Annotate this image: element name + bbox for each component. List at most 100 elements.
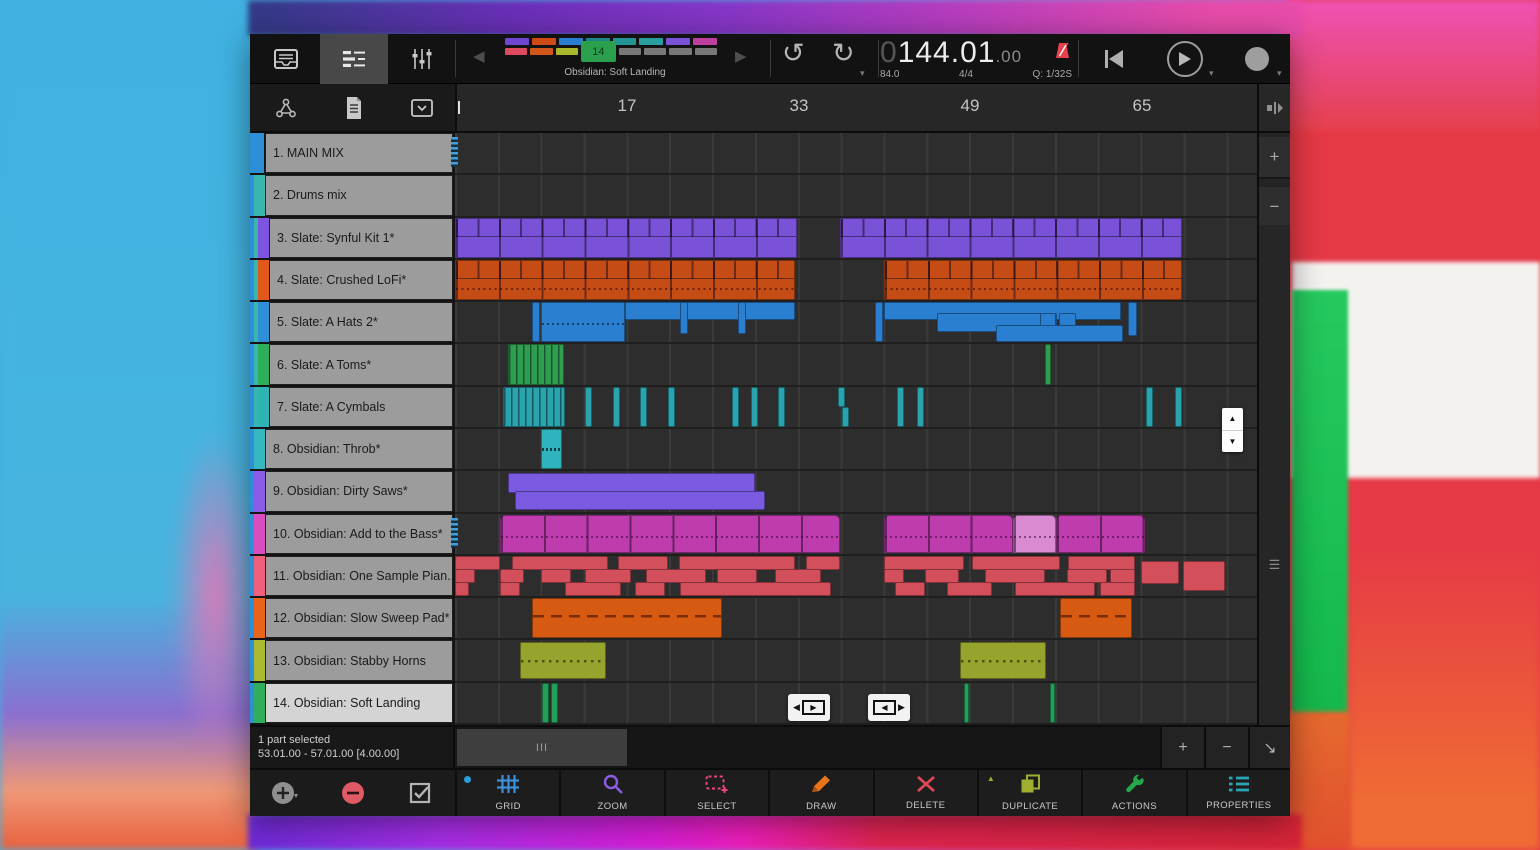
vertical-scroll-handle[interactable]: ☰ [1259,545,1290,585]
clip[interactable] [515,491,765,509]
track-drag-handle[interactable] [451,137,458,167]
clip[interactable] [508,344,564,384]
clip[interactable] [1060,598,1132,638]
clip[interactable] [884,260,1182,300]
quantize-value[interactable]: Q: 1/32S [1033,69,1072,80]
clip[interactable] [1015,582,1095,596]
track-header[interactable]: 10. Obsidian: Add to the Bass* [250,514,455,556]
clip[interactable] [1045,344,1051,384]
clip[interactable] [680,582,831,596]
track-lane[interactable] [455,471,1257,513]
multi-select-button[interactable] [392,770,448,816]
clip[interactable] [884,556,964,570]
clip[interactable] [508,473,755,492]
vzoom-out-button[interactable]: − [1259,187,1290,229]
timeline-ruler[interactable]: 17334965 [455,84,1257,131]
clip[interactable] [1146,387,1153,427]
ruler-expand-button[interactable] [1257,84,1290,131]
clip[interactable] [806,556,840,570]
track-header[interactable]: 6. Slate: A Toms* [250,344,455,386]
track-header[interactable]: 3. Slate: Synful Kit 1* [250,218,455,260]
track-header[interactable]: 5. Slate: A Hats 2* [250,302,455,344]
clip[interactable] [532,598,722,638]
tool-delete-button[interactable]: DELETE [875,770,977,816]
clip[interactable] [565,582,621,596]
clip[interactable] [925,569,959,583]
vzoom-in-button[interactable]: + [1259,137,1290,179]
redo-button[interactable]: ↻ [832,38,855,69]
tempo-value[interactable]: 84.0 [880,69,899,80]
zoom-fit-button[interactable]: ↘ [1248,727,1290,768]
track-lane[interactable] [455,683,1257,725]
minimap-track-cell[interactable] [669,48,691,55]
clip[interactable] [455,569,475,583]
redo-dropdown-icon[interactable]: ▾ [860,68,865,79]
clip[interactable] [972,556,1060,570]
minimap-track-cell[interactable] [666,38,690,45]
clip[interactable] [668,387,675,427]
add-track-button[interactable] [258,770,314,816]
clip[interactable] [455,218,797,258]
mixer-view-button[interactable] [388,34,456,84]
tracks-view-button[interactable] [320,34,388,84]
clip[interactable] [1128,302,1137,336]
clip[interactable] [500,569,524,583]
minimap-track-cell[interactable] [532,38,556,45]
clip[interactable] [1056,515,1145,553]
minimap-track-cell[interactable] [613,38,637,45]
track-header[interactable]: 7. Slate: A Cymbals [250,387,455,429]
track-lane[interactable] [455,218,1257,260]
minimap-track-cell[interactable] [639,38,663,45]
clip[interactable] [455,582,469,596]
clip[interactable] [775,569,821,583]
tool-grid-button[interactable]: GRID [457,770,559,816]
rewind-button[interactable] [1099,47,1127,71]
clip[interactable] [500,515,840,553]
clip[interactable] [996,325,1123,343]
clip[interactable] [895,582,925,596]
tool-properties-button[interactable]: PROPERTIES [1188,770,1290,816]
clip[interactable] [646,569,706,583]
clip[interactable] [884,569,904,583]
clip[interactable] [680,302,688,334]
clip[interactable] [640,387,647,427]
clip[interactable] [1110,569,1135,583]
tool-select-button[interactable]: SELECT [666,770,768,816]
minimap-track-cell[interactable] [695,48,717,55]
clip[interactable] [618,556,668,570]
time-signature[interactable]: 4/4 [959,69,973,80]
clip[interactable] [541,569,571,583]
clip[interactable] [541,302,625,342]
horizontal-scroll-handle[interactable]: III [457,729,627,766]
clip[interactable] [917,387,924,427]
minimap-track-cell[interactable] [619,48,641,55]
clip[interactable] [500,582,520,596]
clip[interactable] [1068,556,1135,570]
undo-button[interactable]: ↺ [782,38,805,69]
track-header[interactable]: 8. Obsidian: Throb* [250,429,455,471]
clip[interactable] [613,387,620,427]
clip[interactable] [1013,515,1056,553]
clip[interactable] [503,387,565,427]
track-header[interactable]: 12. Obsidian: Slow Sweep Pad* [250,598,455,640]
track-header[interactable]: 2. Drums mix [250,175,455,217]
tool-actions-button[interactable]: ACTIONS [1083,770,1185,816]
minimap-next-icon[interactable]: ▶ [735,47,747,65]
value-spinner[interactable]: ▲▼ [1222,408,1243,452]
clip[interactable] [635,582,665,596]
clip[interactable] [778,387,785,427]
clip[interactable] [875,302,883,342]
timeline-grid[interactable]: ▲▼◀▶◀▶ [455,133,1257,725]
track-lane[interactable] [455,429,1257,471]
clip[interactable] [897,387,904,427]
clip[interactable] [884,515,1013,553]
routing-button[interactable] [252,84,320,131]
spinner-up-icon[interactable]: ▲ [1222,408,1243,431]
minimap-track-cell[interactable] [505,38,529,45]
clip[interactable] [551,683,558,723]
track-header[interactable]: 11. Obsidian: One Sample Pian.. [250,556,455,598]
clip[interactable] [1067,569,1107,583]
clip[interactable] [985,569,1045,583]
remove-track-button[interactable] [325,770,381,816]
clip[interactable] [732,387,739,427]
